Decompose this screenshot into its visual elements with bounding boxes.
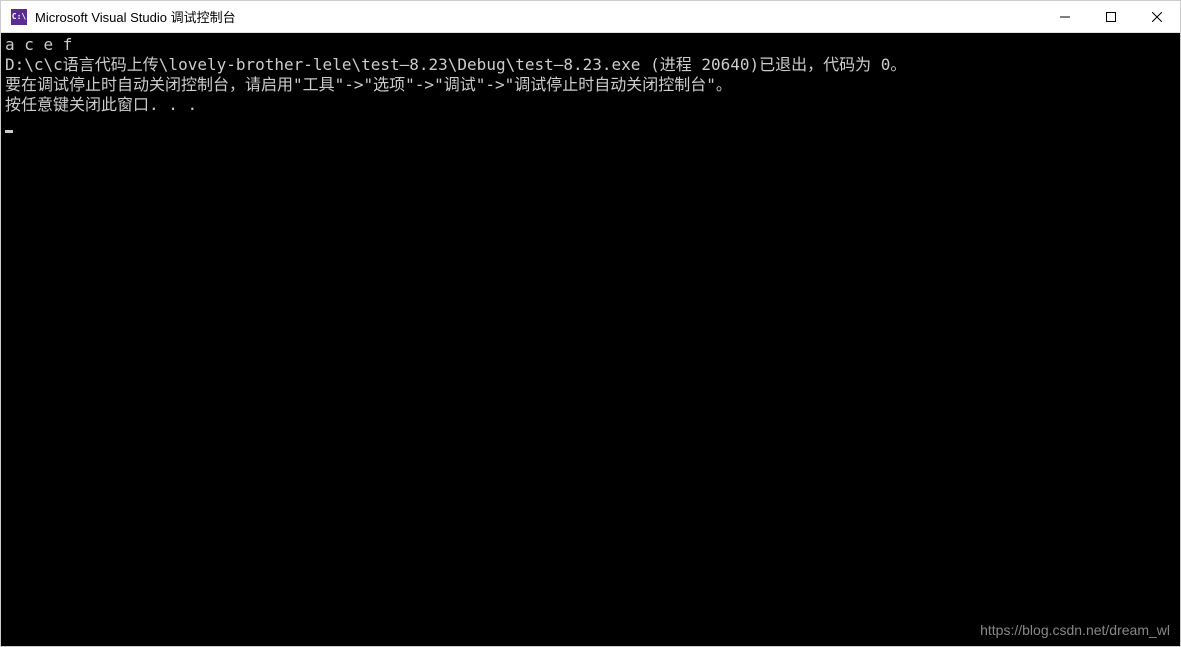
close-button[interactable] bbox=[1134, 1, 1180, 32]
window-controls bbox=[1042, 1, 1180, 32]
window-title: Microsoft Visual Studio 调试控制台 bbox=[35, 7, 1042, 26]
console-line: 按任意键关闭此窗口. . . bbox=[5, 95, 1176, 115]
console-cursor-line bbox=[5, 115, 1176, 135]
app-icon-text: C:\ bbox=[12, 12, 26, 21]
console-line: 要在调试停止时自动关闭控制台，请启用"工具"->"选项"->"调试"->"调试停… bbox=[5, 75, 1176, 95]
minimize-button[interactable] bbox=[1042, 1, 1088, 32]
maximize-button[interactable] bbox=[1088, 1, 1134, 32]
titlebar[interactable]: C:\ Microsoft Visual Studio 调试控制台 bbox=[1, 1, 1180, 33]
console-window: C:\ Microsoft Visual Studio 调试控制台 bbox=[0, 0, 1181, 647]
minimize-icon bbox=[1060, 12, 1070, 22]
app-icon: C:\ bbox=[11, 9, 27, 25]
watermark: https://blog.csdn.net/dream_wl bbox=[980, 620, 1170, 640]
close-icon bbox=[1152, 12, 1162, 22]
console-output[interactable]: a c e f D:\c\c语言代码上传\lovely-brother-lele… bbox=[1, 33, 1180, 646]
console-line: D:\c\c语言代码上传\lovely-brother-lele\test—8.… bbox=[5, 55, 1176, 75]
console-line: a c e f bbox=[5, 35, 1176, 55]
maximize-icon bbox=[1106, 12, 1116, 22]
cursor bbox=[5, 130, 13, 133]
